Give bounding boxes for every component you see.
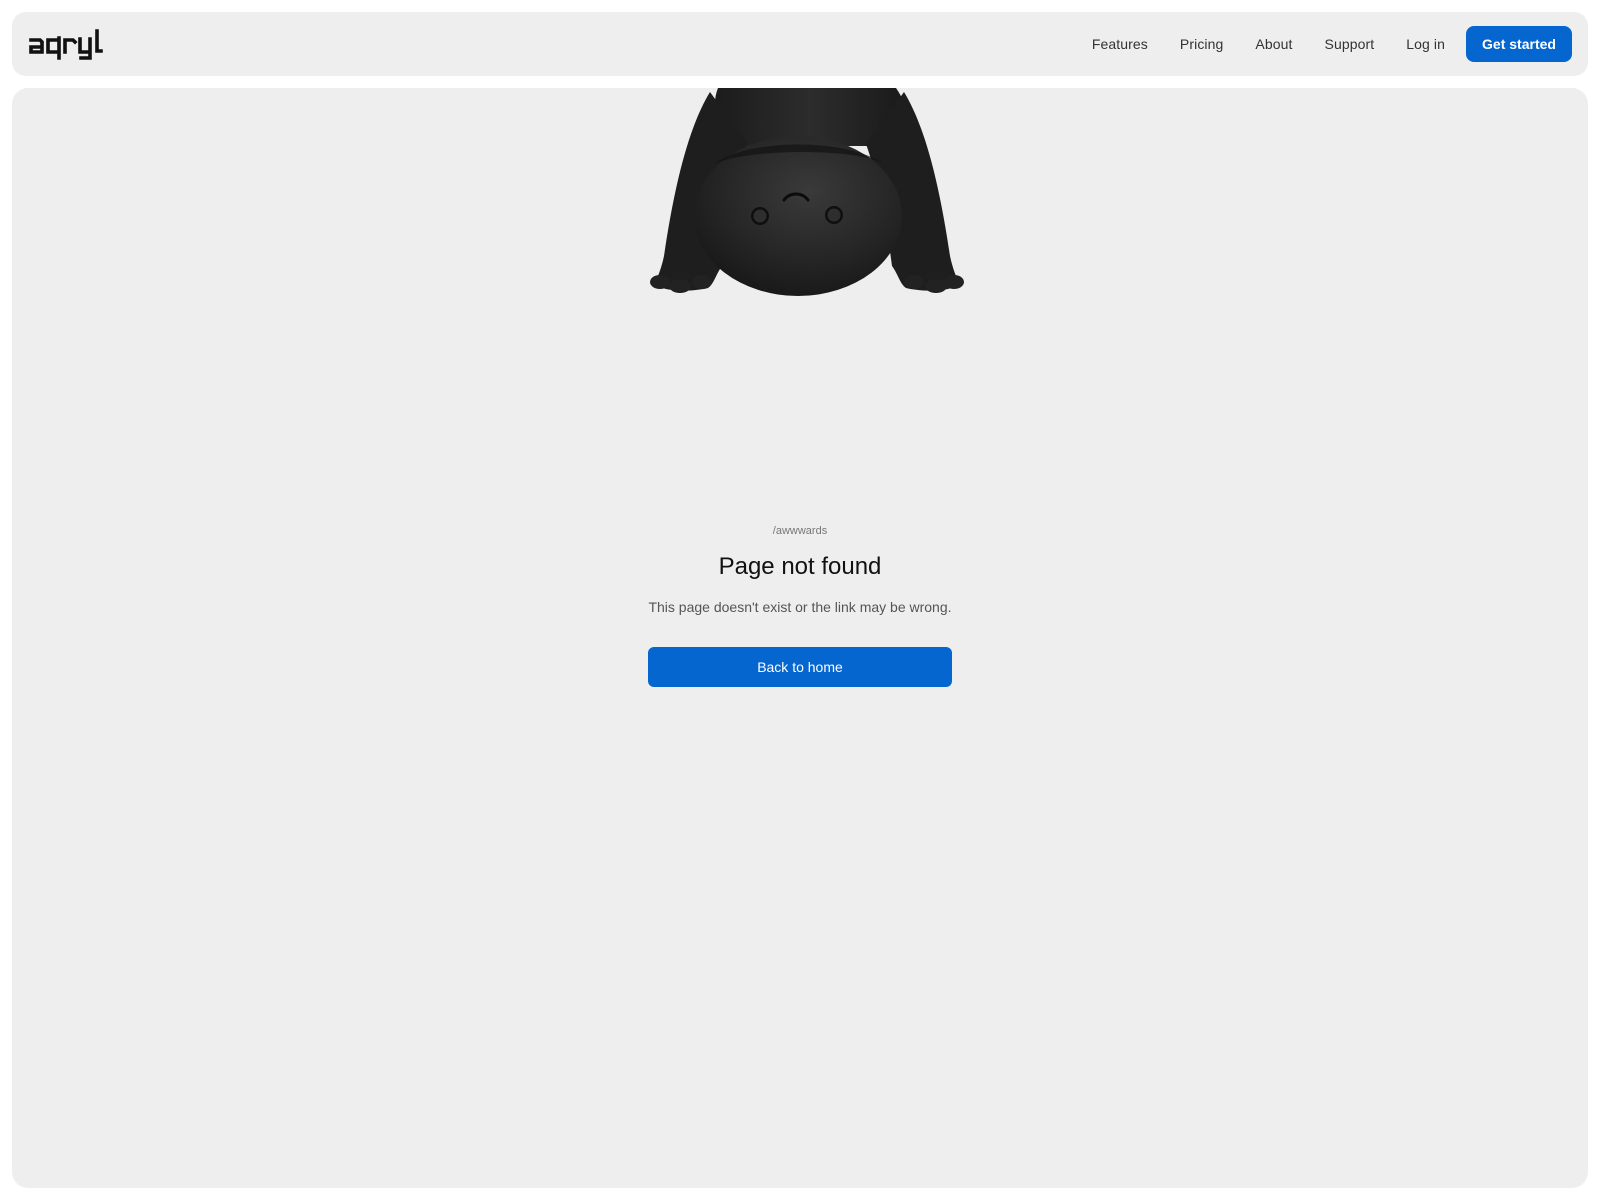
nav-link-login[interactable]: Log in — [1406, 36, 1445, 52]
nav-link-features[interactable]: Features — [1092, 36, 1148, 52]
requested-path-label: /awwwards — [772, 525, 828, 537]
page-title: Page not found — [718, 553, 882, 580]
nav-link-support[interactable]: Support — [1325, 36, 1375, 52]
nav-link-pricing[interactable]: Pricing — [1180, 36, 1224, 52]
error-message: This page doesn't exist or the link may … — [648, 599, 952, 615]
top-navigation-bar: Features Pricing About Support Log in Ge… — [12, 12, 1588, 76]
nav-link-about[interactable]: About — [1255, 36, 1292, 52]
back-to-home-button[interactable]: Back to home — [648, 647, 952, 687]
primary-nav: Features Pricing About Support Log in Ge… — [1092, 12, 1572, 76]
mascot-icon — [650, 88, 964, 296]
aqryl-logo-icon — [29, 29, 103, 60]
get-started-button[interactable]: Get started — [1466, 26, 1572, 62]
upside-down-mascot-illustration — [648, 88, 968, 298]
brand-logo[interactable] — [28, 22, 116, 66]
main-content-panel: /awwwards Page not found This page doesn… — [12, 88, 1588, 1188]
not-found-content: /awwwards Page not found This page doesn… — [12, 524, 1588, 687]
